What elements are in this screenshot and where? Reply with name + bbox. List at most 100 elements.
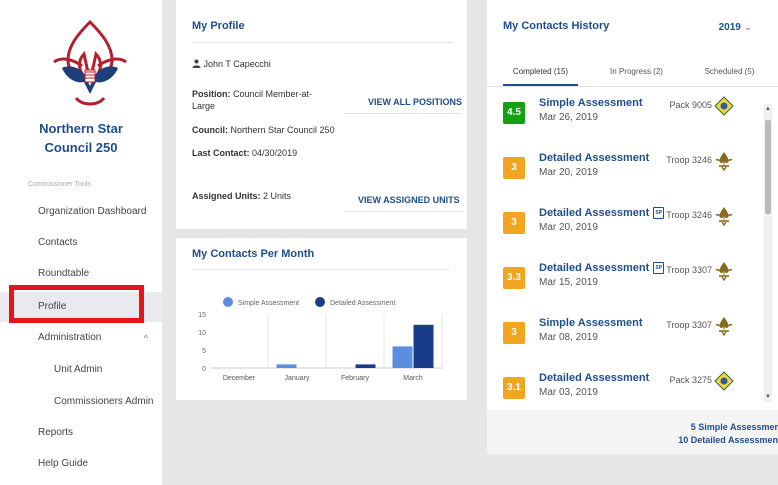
nav-organization-dashboard[interactable]: Organization Dashboard bbox=[0, 197, 162, 227]
score-badge: 3 bbox=[503, 212, 525, 234]
assessment-title[interactable]: Detailed Assessment SP bbox=[539, 207, 665, 220]
assigned-units-label: Assigned Units: bbox=[192, 191, 261, 201]
council-name: Northern Star Council 250 bbox=[39, 121, 123, 155]
view-all-positions-button[interactable]: VIEW ALL POSITIONS bbox=[368, 97, 462, 107]
history-tabs: Completed (15) In Progress (2) Scheduled… bbox=[487, 58, 778, 86]
divider bbox=[344, 211, 462, 212]
history-row[interactable]: 4.5 Simple Assessment Mar 26, 2019 Pack 900… bbox=[487, 92, 762, 147]
history-summary: 5 Simple Assessmer 10 Detailed Assessmen bbox=[487, 410, 778, 454]
assessment-title[interactable]: Detailed Assessment bbox=[539, 372, 649, 384]
score-badge: 4.5 bbox=[503, 102, 525, 124]
assessment-title[interactable]: Detailed Assessment SP bbox=[539, 262, 665, 275]
profile-card: My Profile John T Capecchi Position: Cou… bbox=[176, 0, 467, 229]
assessment-date: Mar 20, 2019 bbox=[539, 167, 598, 178]
assigned-units-value: 2 Units bbox=[263, 191, 292, 201]
history-list: 4.5 Simple Assessment Mar 26, 2019 Pack 900… bbox=[487, 90, 778, 410]
council-value: Northern Star Council 250 bbox=[230, 125, 335, 135]
x-tick-label: February bbox=[341, 375, 370, 382]
y-tick-label: 0 bbox=[202, 366, 206, 373]
nav-label: Unit Admin bbox=[54, 364, 103, 375]
nav-administration[interactable]: Administration ^ bbox=[0, 323, 162, 353]
contacts-history-card: My Contacts History 2019 ⌄ Completed (15… bbox=[487, 0, 778, 454]
summary-simple: 5 Simple Assessmer bbox=[690, 422, 778, 432]
year-select[interactable]: 2019 ⌄ bbox=[719, 22, 752, 33]
y-tick-label: 15 bbox=[198, 312, 206, 319]
contacts-per-month-card: My Contacts Per Month Simple Assessment D… bbox=[176, 238, 467, 400]
history-row[interactable]: 3 Simple Assessment Mar 08, 2019 Troop 3307 bbox=[487, 312, 762, 367]
scroll-down-icon[interactable]: ▼ bbox=[764, 394, 772, 400]
fleur-de-lis-icon bbox=[714, 151, 734, 172]
profile-title: My Profile bbox=[192, 20, 245, 32]
chart-title: My Contacts Per Month bbox=[192, 248, 315, 260]
tab-in-progress[interactable]: In Progress (2) bbox=[599, 58, 674, 86]
nav-label: Contacts bbox=[38, 237, 78, 248]
nav-unit-admin[interactable]: Unit Admin bbox=[0, 355, 162, 385]
sidebar: Northern Star Council 250 Commissioner T… bbox=[0, 0, 162, 485]
nav-reports[interactable]: Reports bbox=[0, 418, 162, 448]
bsa-logo bbox=[53, 20, 127, 106]
unit-name: Troop 3307 bbox=[666, 265, 712, 275]
profile-name: John T Capecchi bbox=[203, 59, 271, 69]
last-contact-row: Last Contact: 04/30/2019 bbox=[192, 147, 297, 159]
history-row[interactable]: 3 Detailed Assessment Mar 20, 2019 Troop 32… bbox=[487, 147, 762, 202]
fleur-de-lis-icon bbox=[714, 206, 734, 227]
fleur-de-lis-icon bbox=[714, 261, 734, 282]
last-contact-value: 04/30/2019 bbox=[252, 148, 298, 158]
cub-scout-icon bbox=[714, 371, 734, 391]
nav-label: Reports bbox=[38, 427, 74, 438]
bar bbox=[355, 364, 376, 368]
tab-completed[interactable]: Completed (15) bbox=[503, 58, 578, 86]
nav-help-guide[interactable]: Help Guide bbox=[0, 449, 162, 479]
assessment-title[interactable]: Detailed Assessment bbox=[539, 152, 649, 164]
nav-commissioners-admin[interactable]: Commissioners Admin bbox=[0, 387, 162, 417]
legend-marker bbox=[223, 297, 233, 307]
assessment-date: Mar 03, 2019 bbox=[539, 387, 598, 398]
position-label: Position: bbox=[192, 89, 231, 99]
summary-detailed: 10 Detailed Assessmen bbox=[678, 435, 778, 445]
tab-scheduled[interactable]: Scheduled (5) bbox=[692, 58, 767, 86]
nav-contacts[interactable]: Contacts bbox=[0, 228, 162, 258]
history-scrollbar[interactable]: ▲ ▼ bbox=[764, 104, 772, 402]
clipboard-icon: SP bbox=[653, 207, 665, 220]
assessment-date: Mar 20, 2019 bbox=[539, 222, 598, 233]
assessment-date: Mar 08, 2019 bbox=[539, 332, 598, 343]
chevron-down-icon: ⌄ bbox=[743, 22, 752, 33]
score-badge: 3 bbox=[503, 322, 525, 344]
assessment-date: Mar 26, 2019 bbox=[539, 112, 598, 123]
assigned-units-row: Assigned Units: 2 Units bbox=[192, 190, 291, 202]
user-icon bbox=[192, 59, 201, 68]
cub-scout-icon bbox=[714, 96, 734, 116]
section-label: Commissioner Tools bbox=[28, 181, 91, 188]
y-tick-label: 10 bbox=[198, 330, 206, 337]
assessment-title[interactable]: Simple Assessment bbox=[539, 317, 643, 329]
nav-label: Commissioners Admin bbox=[54, 396, 154, 407]
scroll-thumb[interactable] bbox=[765, 120, 771, 214]
x-tick-label: January bbox=[285, 375, 310, 382]
legend-label: Simple Assessment bbox=[238, 300, 299, 307]
history-row[interactable]: 3.1 Detailed Assessment Mar 03, 2019 Pack 3… bbox=[487, 367, 762, 410]
legend-label: Detailed Assessment bbox=[330, 300, 395, 307]
unit-name: Troop 3246 bbox=[666, 155, 712, 165]
x-tick-label: March bbox=[403, 375, 423, 382]
assessment-title[interactable]: Simple Assessment bbox=[539, 97, 643, 109]
score-badge: 3.3 bbox=[503, 267, 525, 289]
clipboard-icon: SP bbox=[653, 262, 665, 275]
scroll-up-icon[interactable]: ▲ bbox=[764, 106, 772, 112]
history-row[interactable]: 3 Detailed Assessment SP Mar 20, 2019 Troop … bbox=[487, 202, 762, 257]
bar bbox=[392, 346, 413, 368]
history-row[interactable]: 3.3 Detailed Assessment SP Mar 15, 2019 Troo… bbox=[487, 257, 762, 312]
y-tick-label: 5 bbox=[202, 348, 206, 355]
unit-name: Troop 3246 bbox=[666, 210, 712, 220]
divider bbox=[344, 113, 462, 114]
nav-label: Organization Dashboard bbox=[38, 206, 147, 217]
view-assigned-units-button[interactable]: VIEW ASSIGNED UNITS bbox=[358, 195, 460, 205]
legend-marker bbox=[315, 297, 325, 307]
council-label: Council: bbox=[192, 125, 228, 135]
bar bbox=[413, 324, 434, 368]
council-row: Council: Northern Star Council 250 bbox=[192, 124, 335, 136]
fleur-de-lis-icon bbox=[714, 316, 734, 337]
contacts-chart: Simple Assessment Detailed Assessment 15 10… bbox=[198, 297, 443, 382]
history-title: My Contacts History bbox=[503, 20, 610, 32]
unit-name: Pack 9005 bbox=[669, 100, 712, 110]
unit-name: Pack 3275 bbox=[669, 375, 712, 385]
